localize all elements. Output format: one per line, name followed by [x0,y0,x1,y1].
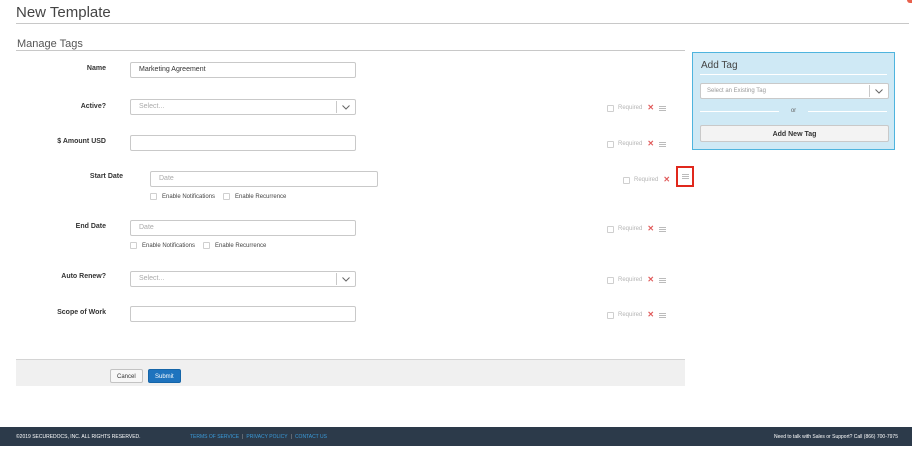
enable-notifications-checkbox[interactable] [150,193,157,200]
required-checkbox[interactable] [607,104,614,112]
enable-recurrence-checkbox[interactable] [203,242,211,249]
add-new-tag-button[interactable]: Add New Tag [700,125,889,142]
or-divider: or [700,105,887,117]
required-control: Required ✕ [607,311,667,319]
drag-handle-icon[interactable] [659,226,667,232]
enable-notifications-checkbox[interactable] [130,242,137,249]
select-placeholder: Select... [139,275,165,282]
drag-handle-icon[interactable] [659,312,667,318]
remove-x-icon[interactable]: ✕ [647,104,654,112]
field-row-amount: $ Amount USD Required ✕ [16,135,685,153]
remove-x-icon[interactable]: ✕ [647,225,654,233]
required-checkbox[interactable] [607,276,614,284]
footer-links: TERMS OF SERVICE | PRIVACY POLICY | CONTACT … [190,434,327,440]
required-label: Required [618,105,643,111]
field-label: End Date [75,223,106,230]
field-label: Scope of Work [57,309,106,316]
add-tag-divider [700,74,887,75]
field-label: Name [86,65,106,72]
remove-x-icon[interactable]: ✕ [663,176,670,184]
field-row-auto-renew: Auto Renew? Select... Required ✕ [16,271,685,289]
start-date-input[interactable]: Date [150,171,378,187]
field-label: Active? [80,103,106,110]
required-checkbox[interactable] [623,176,630,184]
active-select[interactable]: Select... [130,99,356,115]
field-label: $ Amount USD [57,138,106,145]
submit-button[interactable]: Submit [148,369,181,383]
required-control: Required ✕ [623,176,670,184]
name-input[interactable]: Marketing Agreement [130,62,356,78]
remove-x-icon[interactable]: ✕ [647,276,654,284]
required-label: Required [618,141,643,147]
drag-handle-icon[interactable] [659,141,667,147]
or-text: or [790,108,797,114]
enable-recurrence-checkbox[interactable] [223,193,231,200]
notification-dot [907,0,912,3]
field-label: Auto Renew? [61,273,106,280]
privacy-link[interactable]: PRIVACY POLICY [246,434,287,440]
form-actions-bar: Cancel Submit [16,359,685,386]
remove-x-icon[interactable]: ✕ [647,311,654,319]
scope-input[interactable] [130,306,356,322]
section-title: Manage Tags [17,38,83,50]
field-row-start-date: Start Date Date Enable Notifications Ena… [16,171,685,205]
remove-x-icon[interactable]: ✕ [647,140,654,148]
chevron-down-icon[interactable] [336,101,355,113]
drag-handle-icon[interactable] [659,277,667,283]
title-divider [16,23,909,24]
required-label: Required [618,312,643,318]
chevron-down-icon[interactable] [336,273,355,285]
drag-handle-highlighted[interactable] [676,166,694,187]
cancel-button[interactable]: Cancel [110,369,143,383]
page-title: New Template [16,4,111,21]
required-checkbox[interactable] [607,140,614,148]
section-divider [16,50,685,51]
terms-link[interactable]: TERMS OF SERVICE [190,434,239,440]
required-label: Required [618,277,643,283]
site-footer: ©2019 SECUREDOCS, INC. ALL RIGHTS RESERV… [0,427,912,446]
required-label: Required [618,226,643,232]
field-row-active: Active? Select... Required ✕ [16,99,685,117]
required-control: Required ✕ [607,225,667,233]
select-placeholder: Select... [139,103,165,110]
help-text: Need to talk with Sales or Support? Call… [774,434,898,440]
field-row-scope: Scope of Work Required ✕ [16,306,685,324]
option-label: Enable Notifications [162,193,216,200]
required-control: Required ✕ [607,104,667,112]
field-row-end-date: End Date Date Enable Notifications Enabl… [16,220,685,254]
chevron-down-icon[interactable] [869,85,888,97]
add-tag-panel: Add Tag Select an Existing Tag or Add Ne… [692,52,895,150]
required-control: Required ✕ [607,276,667,284]
start-date-options: Enable Notifications Enable Recurrence [150,193,286,200]
existing-tag-select[interactable]: Select an Existing Tag [700,83,889,99]
contact-link[interactable]: CONTACT US [295,434,327,440]
drag-handle-icon[interactable] [681,174,689,179]
field-label: Start Date [89,173,123,180]
amount-input[interactable] [130,135,356,151]
required-checkbox[interactable] [607,225,614,233]
option-label: Enable Recurrence [215,242,267,249]
select-placeholder: Select an Existing Tag [707,88,766,94]
add-tag-title: Add Tag [701,60,738,71]
end-date-input[interactable]: Date [130,220,356,236]
field-row-name: Name Marketing Agreement [16,62,685,80]
copyright-text: ©2019 SECUREDOCS, INC. ALL RIGHTS RESERV… [16,434,141,440]
drag-handle-icon[interactable] [659,105,667,111]
option-label: Enable Recurrence [235,193,287,200]
required-control: Required ✕ [607,140,667,148]
required-checkbox[interactable] [607,311,614,319]
option-label: Enable Notifications [142,242,196,249]
auto-renew-select[interactable]: Select... [130,271,356,287]
end-date-options: Enable Notifications Enable Recurrence [130,242,266,249]
required-label: Required [634,177,659,183]
